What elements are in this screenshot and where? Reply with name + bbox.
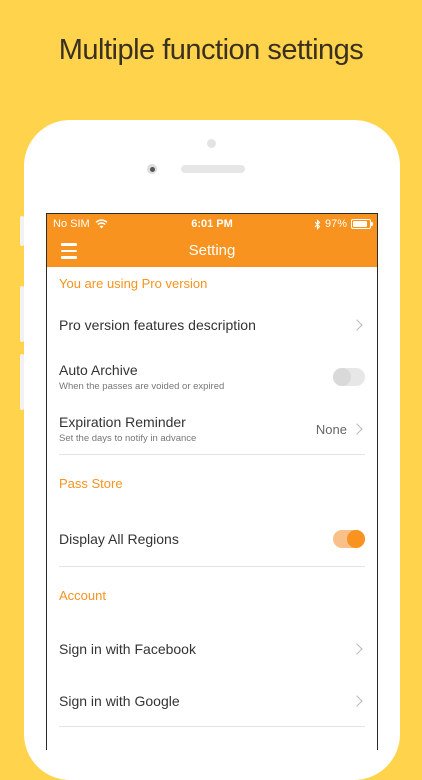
phone-sensor <box>207 139 216 148</box>
pro-features-label: Pro version features description <box>59 317 256 333</box>
status-bar: No SIM 6:01 PM 97% <box>47 214 377 234</box>
section-divider <box>59 726 365 727</box>
pass-store-header: Pass Store <box>59 475 123 491</box>
sign-in-google-row[interactable]: Sign in with Google <box>47 675 377 727</box>
display-all-regions-row: Display All Regions <box>47 511 377 567</box>
promo-headline: Multiple function settings <box>58 34 364 66</box>
expiration-reminder-value: None <box>315 421 347 437</box>
expiration-reminder-subtitle: Set the days to notify in advance <box>59 433 197 444</box>
chevron-right-icon <box>351 319 363 331</box>
expiration-reminder-row[interactable]: Expiration Reminder Set the days to noti… <box>47 403 377 455</box>
front-camera <box>147 164 157 174</box>
sign-in-google-label: Sign in with Google <box>59 693 180 709</box>
sign-in-facebook-row[interactable]: Sign in with Facebook <box>47 623 377 675</box>
bluetooth-icon <box>314 218 321 230</box>
section-divider <box>59 566 365 567</box>
battery-percent: 97% <box>324 218 347 230</box>
earpiece-speaker <box>181 165 245 173</box>
account-header: Account <box>59 587 106 603</box>
google-drive-header: Google Drive <box>47 727 377 751</box>
auto-archive-toggle[interactable] <box>333 368 365 386</box>
auto-archive-label: Auto Archive <box>59 362 138 378</box>
chevron-right-icon <box>351 423 363 435</box>
chevron-right-icon <box>351 643 363 655</box>
display-all-regions-label: Display All Regions <box>59 531 179 547</box>
nav-title: Setting <box>188 242 236 259</box>
auto-archive-row: Auto Archive When the passes are voided … <box>47 351 377 403</box>
carrier-label: No SIM <box>53 218 90 230</box>
battery-icon <box>351 219 373 229</box>
nav-bar: Setting <box>47 234 377 267</box>
hamburger-menu-icon[interactable] <box>61 243 77 259</box>
pro-version-header: You are using Pro version <box>59 275 208 291</box>
wifi-icon <box>95 219 108 229</box>
app-screen: No SIM 6:01 PM 97% Setting You are using… <box>46 213 378 750</box>
chevron-right-icon <box>351 695 363 707</box>
auto-archive-subtitle: When the passes are voided or expired <box>59 381 225 392</box>
display-all-regions-toggle[interactable] <box>333 530 365 548</box>
pro-features-row[interactable]: Pro version features description <box>47 299 377 351</box>
section-divider <box>59 454 365 455</box>
sign-in-facebook-label: Sign in with Facebook <box>59 641 196 657</box>
expiration-reminder-label: Expiration Reminder <box>59 414 186 430</box>
